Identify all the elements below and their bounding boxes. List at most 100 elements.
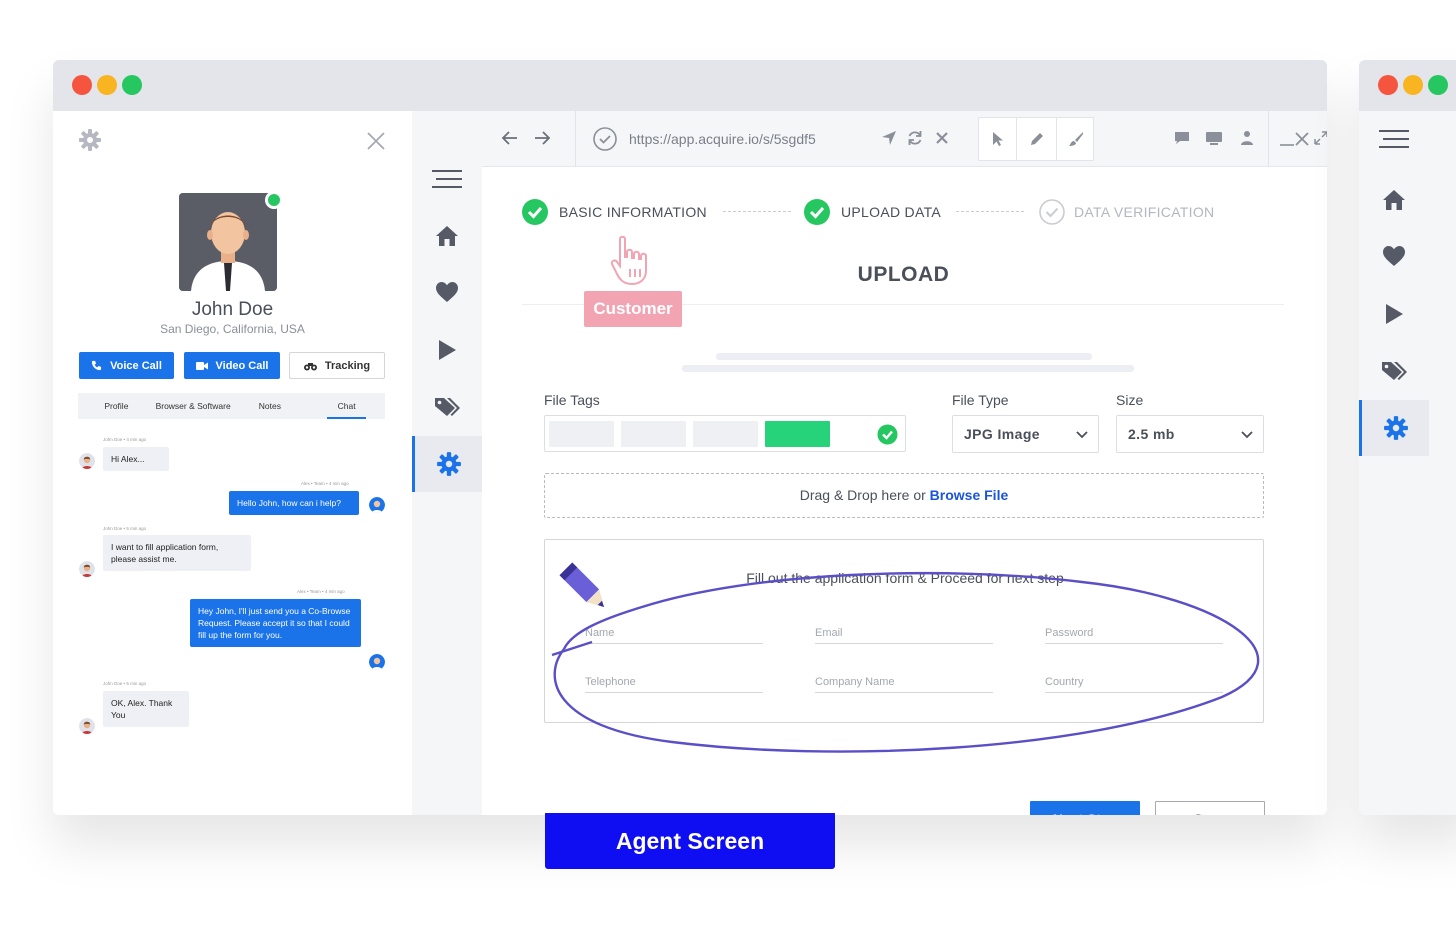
- minimize-window-dot[interactable]: [1403, 75, 1423, 95]
- minimize-window-dot[interactable]: [97, 75, 117, 95]
- play-icon[interactable]: [1359, 286, 1429, 342]
- message-meta: John Doe • 5 min ago: [103, 681, 147, 686]
- tab-chat[interactable]: Chat: [308, 393, 385, 419]
- maximize-window-dot[interactable]: [1428, 75, 1448, 95]
- file-tag-chip[interactable]: [621, 421, 686, 447]
- step-complete-icon: [804, 199, 830, 225]
- agent-panel: John Doe San Diego, California, USA Voic…: [53, 111, 412, 815]
- check-circle-icon: [877, 424, 898, 445]
- size-label: Size: [1116, 392, 1144, 408]
- close-icon[interactable]: [366, 131, 386, 151]
- file-type-value: JPG Image: [964, 426, 1040, 442]
- tags-icon[interactable]: [412, 379, 482, 435]
- message-meta: Alex • Team • 4 min ago: [297, 589, 345, 594]
- binoculars-icon: [303, 362, 317, 370]
- chat-message: OK, Alex. Thank You: [103, 691, 189, 727]
- message-meta: Alex • Team • 4 min ago: [301, 481, 349, 486]
- avatar: [179, 193, 277, 291]
- file-type-select[interactable]: JPG Image: [952, 415, 1099, 453]
- step-upload-data: UPLOAD DATA: [841, 204, 942, 220]
- step-pending-icon: [1039, 199, 1065, 225]
- tab-notes[interactable]: Notes: [232, 393, 309, 419]
- tracking-label: Tracking: [324, 359, 371, 372]
- heart-icon[interactable]: [1359, 228, 1429, 284]
- secure-check-icon: [593, 127, 617, 151]
- close-session-icon[interactable]: [1293, 130, 1311, 148]
- users-icon[interactable]: [1238, 129, 1256, 147]
- customer-window: [1359, 60, 1456, 815]
- message-meta: John Doe • 4 min ago: [103, 437, 147, 442]
- next-step-button[interactable]: Next Step: [1030, 801, 1140, 815]
- file-type-label: File Type: [952, 392, 1009, 408]
- maximize-window-dot[interactable]: [122, 75, 142, 95]
- expand-icon[interactable]: [1312, 129, 1327, 147]
- annotation-ellipse: [551, 571, 1260, 753]
- window-titlebar: [53, 60, 1327, 111]
- chevron-down-icon: [1241, 431, 1253, 439]
- file-tags-input[interactable]: [544, 415, 906, 452]
- pencil-icon[interactable]: [1029, 131, 1045, 147]
- phone-icon: [92, 360, 102, 371]
- file-tags-label: File Tags: [544, 392, 600, 408]
- tracking-button[interactable]: Tracking: [289, 352, 385, 379]
- file-dropzone[interactable]: Drag & Drop here or Browse File: [544, 473, 1264, 518]
- side-navigation: [412, 111, 482, 815]
- heart-icon[interactable]: [412, 264, 482, 320]
- screen-share-icon[interactable]: [1205, 129, 1223, 147]
- video-call-button[interactable]: Video Call: [184, 352, 280, 379]
- progress-track: [682, 365, 1134, 372]
- voice-call-button[interactable]: Voice Call: [79, 352, 174, 379]
- online-status-dot: [265, 191, 283, 209]
- video-camera-icon: [195, 361, 208, 370]
- save-button[interactable]: Save: [1155, 801, 1265, 815]
- tab-profile[interactable]: Profile: [78, 393, 155, 419]
- brush-icon[interactable]: [1068, 131, 1084, 147]
- customer-avatar: [79, 453, 95, 469]
- contact-location: San Diego, California, USA: [160, 322, 305, 336]
- dropzone-text: Drag & Drop here or: [799, 487, 930, 503]
- pencil-annotation-icon: [559, 562, 605, 608]
- pointer-icon[interactable]: [991, 131, 1005, 147]
- file-tag-chip[interactable]: [693, 421, 758, 447]
- home-icon[interactable]: [412, 208, 482, 264]
- gear-icon[interactable]: [78, 128, 102, 152]
- chat-bubble-icon[interactable]: [1173, 129, 1191, 147]
- agent-avatar: [369, 654, 385, 670]
- file-tag-chip-active[interactable]: [765, 421, 830, 447]
- agent-screen-caption: Agent Screen: [545, 813, 835, 869]
- settings-gear-icon[interactable]: [1359, 400, 1429, 456]
- tags-icon[interactable]: [1359, 343, 1429, 399]
- close-window-dot[interactable]: [1378, 75, 1398, 95]
- menu-icon[interactable]: [412, 151, 482, 207]
- step-complete-icon: [522, 199, 548, 225]
- agent-avatar: [369, 497, 385, 513]
- refresh-icon[interactable]: [906, 129, 924, 147]
- file-tag-chip[interactable]: [549, 421, 614, 447]
- video-call-label: Video Call: [215, 359, 269, 372]
- home-icon[interactable]: [1359, 172, 1429, 228]
- navigate-arrow-icon[interactable]: [880, 129, 898, 147]
- customer-side-navigation: [1359, 111, 1456, 815]
- forward-arrow-icon[interactable]: [533, 129, 551, 147]
- customer-avatar: [79, 718, 95, 734]
- stop-x-icon[interactable]: [933, 129, 951, 147]
- size-select[interactable]: 2.5 mb: [1116, 415, 1264, 453]
- customer-cursor-tag: Customer: [584, 291, 682, 327]
- step-data-verification: DATA VERIFICATION: [1074, 204, 1215, 220]
- back-arrow-icon[interactable]: [501, 129, 519, 147]
- size-value: 2.5 mb: [1128, 426, 1175, 442]
- progress-track: [716, 353, 1092, 360]
- message-meta: John Doe • 5 min ago: [103, 526, 147, 531]
- tab-browser-software[interactable]: Browser & Software: [155, 393, 232, 419]
- play-icon[interactable]: [412, 322, 482, 378]
- chat-message: I want to fill application form, please …: [103, 535, 251, 571]
- settings-gear-icon[interactable]: [412, 436, 482, 492]
- chat-message: Hey John, I'll just send you a Co-Browse…: [190, 599, 361, 647]
- chat-message: Hello John, how can i help?: [229, 491, 359, 515]
- browse-file-link[interactable]: Browse File: [930, 487, 1009, 503]
- chat-message: Hi Alex...: [103, 447, 169, 471]
- agent-window: John Doe San Diego, California, USA Voic…: [53, 60, 1327, 815]
- close-window-dot[interactable]: [72, 75, 92, 95]
- menu-icon[interactable]: [1359, 111, 1429, 167]
- url-address[interactable]: https://app.acquire.io/s/5sgdf5: [629, 131, 816, 147]
